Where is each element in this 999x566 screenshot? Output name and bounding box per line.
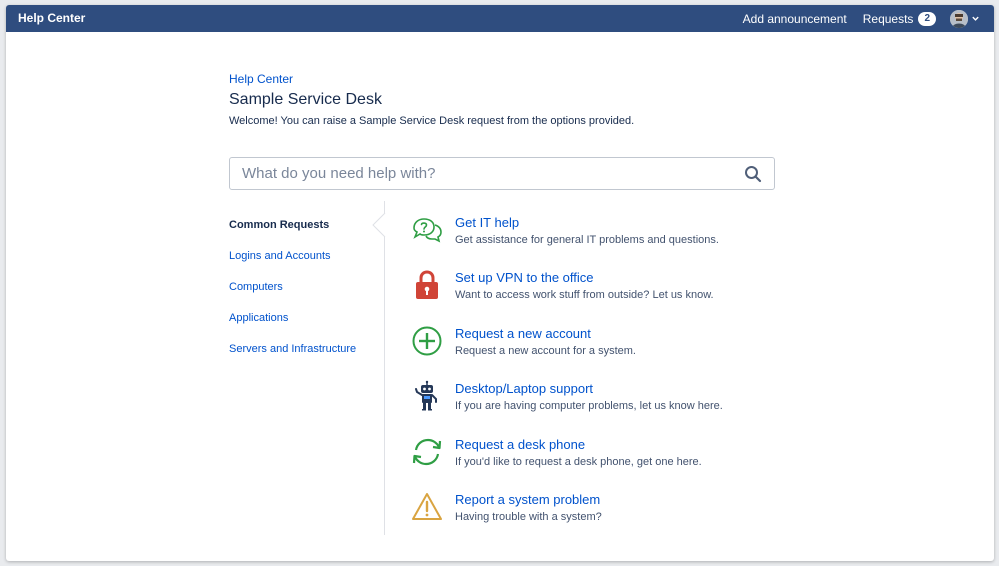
sidebar-item-common-requests[interactable]: Common Requests [229, 219, 329, 231]
page-title: Sample Service Desk [229, 91, 382, 108]
breadcrumb[interactable]: Help Center [229, 72, 293, 86]
requests-count-badge: 2 [918, 11, 936, 26]
request-title: Request a desk phone [455, 437, 586, 452]
request-title: Report a system problem [455, 492, 601, 507]
robot-icon [415, 380, 437, 411]
sidebar-item-logins-and-accounts[interactable]: Logins and Accounts [229, 250, 331, 262]
requests-label: Requests [862, 11, 914, 26]
requests-link[interactable]: Requests 2 [862, 11, 936, 26]
request-type-new-account[interactable]: Request a new account Request a new acco… [411, 325, 791, 371]
request-title: Set up VPN to the office [455, 270, 594, 285]
topbar-actions: Add announcement Requests 2 [743, 5, 980, 32]
active-group-indicator [372, 213, 386, 237]
chevron-down-icon [972, 16, 979, 21]
padlock-icon [416, 270, 438, 299]
request-type-get-it-help[interactable]: Get IT help Get assistance for general I… [411, 214, 791, 260]
sidebar-item-servers-and-infrastructure[interactable]: Servers and Infrastructure [229, 343, 356, 355]
top-navigation-bar: Help Center Add announcement Requests 2 [6, 5, 994, 32]
request-type-desk-phone[interactable]: Request a desk phone If you'd like to re… [411, 436, 791, 482]
help-center-home-link[interactable]: Help Center [18, 11, 85, 25]
speech-bubbles-question-icon [413, 218, 442, 243]
app-window: Help Center Add announcement Requests 2 [6, 5, 994, 561]
request-title: Request a new account [455, 326, 591, 341]
avatar [950, 9, 968, 28]
request-description: If you'd like to request a desk phone, g… [455, 456, 702, 468]
sidebar-item-computers[interactable]: Computers [229, 281, 283, 293]
request-description: Request a new account for a system. [455, 345, 636, 357]
profile-menu[interactable] [950, 9, 980, 28]
search-box [229, 157, 775, 190]
search-icon[interactable] [744, 165, 762, 183]
search-input[interactable] [230, 158, 710, 189]
request-description: Want to access work stuff from outside? … [455, 289, 714, 301]
request-title: Desktop/Laptop support [455, 381, 594, 396]
refresh-arrows-icon [412, 438, 442, 466]
plus-circle-icon [412, 326, 442, 356]
request-description: Get assistance for general IT problems a… [455, 234, 719, 246]
request-type-desktop-laptop-support[interactable]: Desktop/Laptop support If you are having… [411, 380, 791, 426]
welcome-message: Welcome! You can raise a Sample Service … [229, 115, 635, 127]
sidebar-item-applications[interactable]: Applications [229, 312, 288, 324]
request-type-report-system-problem[interactable]: Report a system problem Having trouble w… [411, 491, 791, 537]
request-description: If you are having computer problems, let… [455, 400, 723, 412]
request-title: Get IT help [455, 215, 520, 230]
request-type-set-up-vpn[interactable]: Set up VPN to the office Want to access … [411, 269, 791, 315]
request-description: Having trouble with a system? [455, 511, 602, 523]
add-announcement-link[interactable]: Add announcement [743, 12, 847, 26]
sidebar-divider [384, 201, 385, 535]
warning-triangle-icon [412, 493, 442, 520]
